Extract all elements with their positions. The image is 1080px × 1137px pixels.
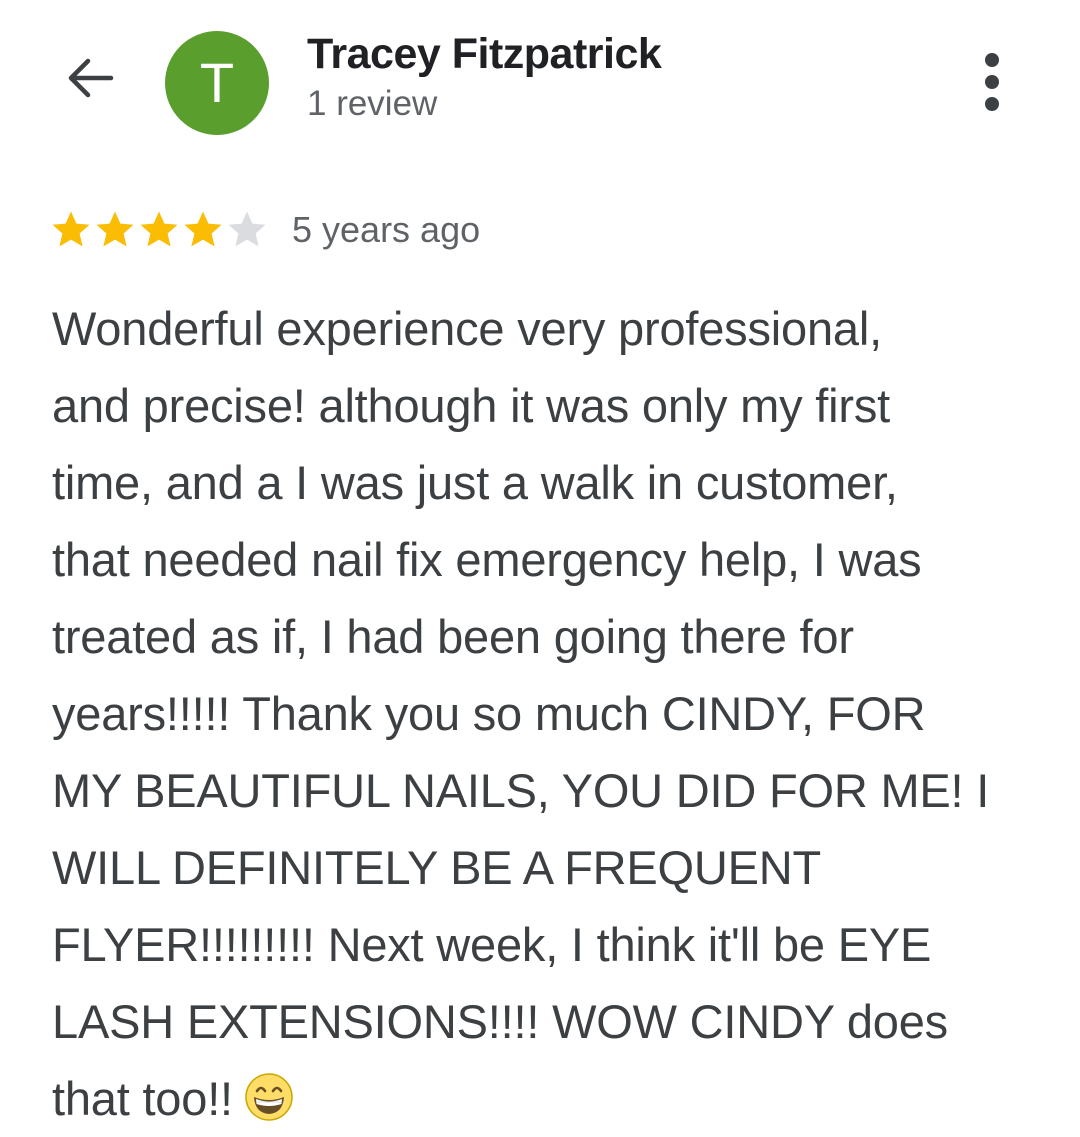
review-header: T Tracey Fitzpatrick 1 review — [0, 0, 1080, 150]
avatar-letter: T — [199, 51, 235, 114]
star-filled-icon — [96, 211, 134, 247]
review-text-line: time, and a I was just a walk in custome… — [52, 456, 898, 509]
review-text-line: years!!!!! Thank you so much CINDY, FOR — [52, 687, 926, 740]
review-text-line: and precise! although it was only my fir… — [52, 379, 890, 432]
star-rating — [50, 209, 272, 251]
star-filled-icon — [52, 211, 90, 247]
review-time: 5 years ago — [292, 209, 481, 250]
review-text-line: FLYER!!!!!!!!! Next week, I think it'll … — [52, 918, 932, 971]
avatar[interactable]: T — [165, 31, 269, 135]
star-empty-icon — [228, 211, 266, 247]
star-filled-icon — [140, 211, 178, 247]
review-text-line: LASH EXTENSIONS!!!! WOW CINDY does — [52, 995, 948, 1048]
star-filled-icon — [184, 211, 222, 247]
review-text: Wonderful experience very professional, … — [52, 290, 1022, 1137]
arrow-back-icon — [68, 58, 114, 98]
review-count: 1 review — [307, 84, 438, 123]
reviewer-name[interactable]: Tracey Fitzpatrick — [307, 30, 662, 79]
review-text-line: WILL DEFINITELY BE A FREQUENT — [52, 841, 822, 894]
back-button[interactable] — [58, 50, 122, 106]
review-text-line: MY BEAUTIFUL NAILS, YOU DID FOR ME! I — [52, 764, 990, 817]
review-text-line-last: that too!! — [52, 1060, 1022, 1137]
review-text-line: that needed nail fix emergency help, I w… — [52, 533, 922, 586]
review-text-line: treated as if, I had been going there fo… — [52, 610, 854, 663]
rating-row: 5 years ago — [50, 205, 480, 255]
review-text-line: Wonderful experience very professional, — [52, 302, 882, 355]
review-text-line-content: that too!! — [52, 1072, 233, 1125]
more-options-button[interactable] — [966, 44, 1018, 120]
grinning-face-icon — [245, 1073, 293, 1121]
more-vert-icon — [985, 53, 999, 111]
